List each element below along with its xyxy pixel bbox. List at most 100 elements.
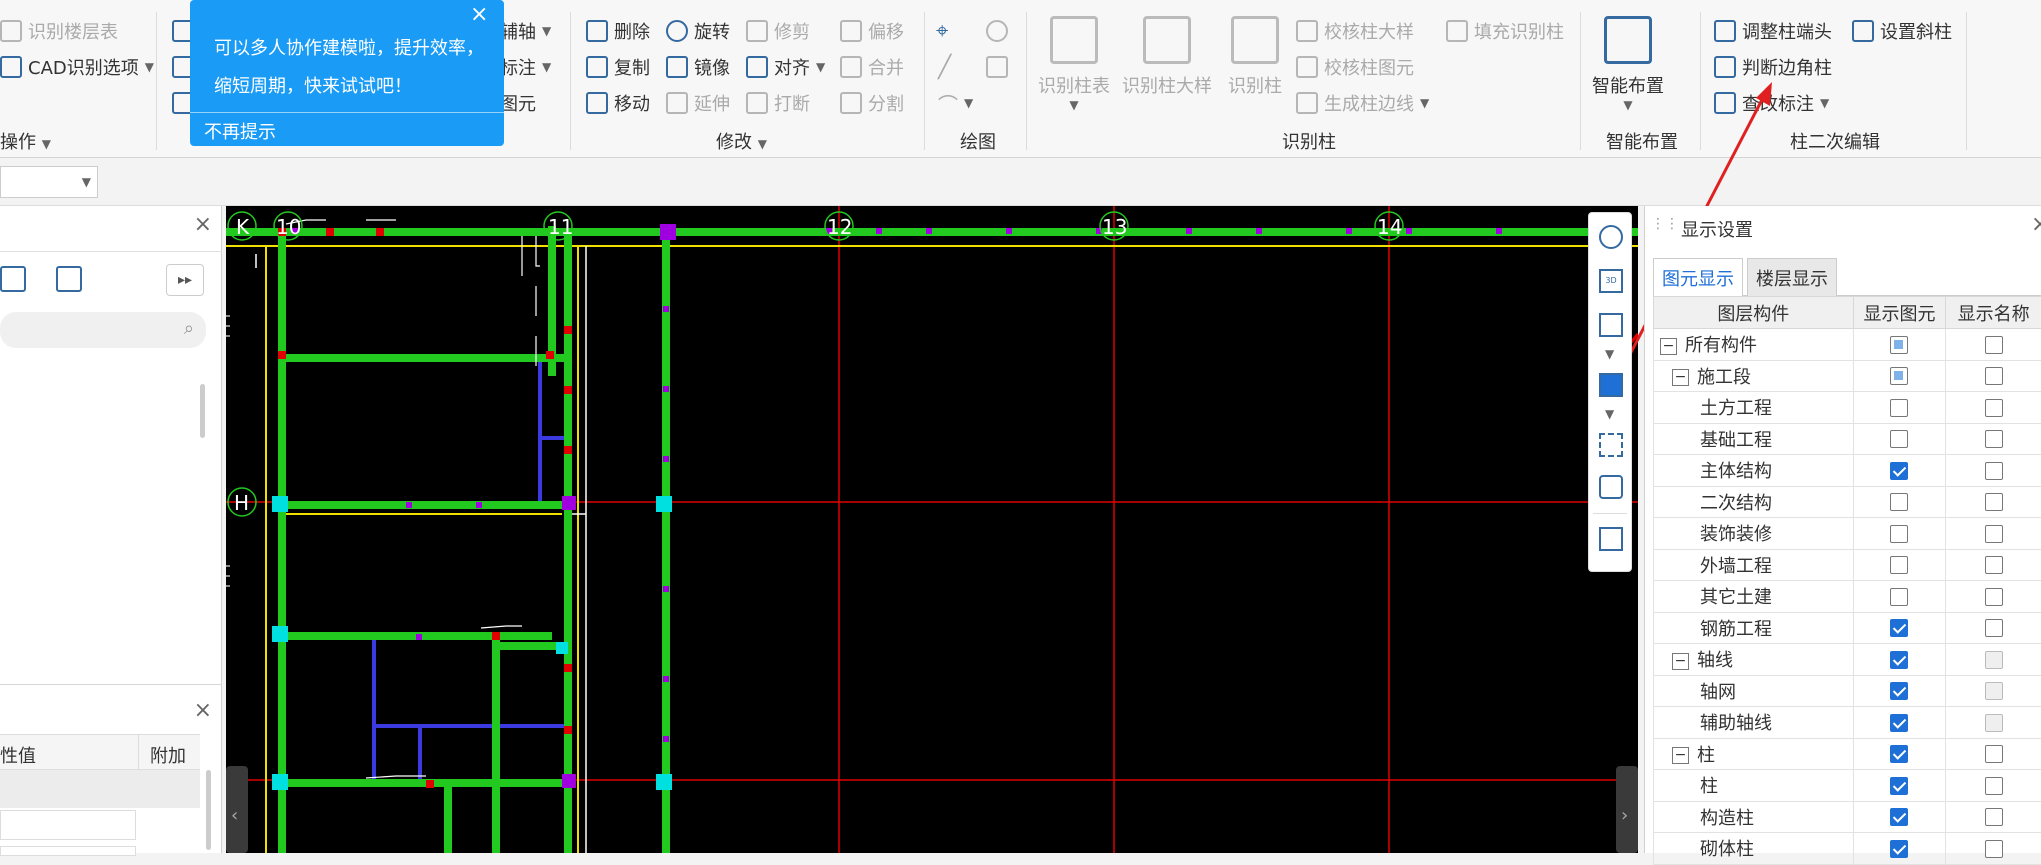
show-name-checkbox[interactable] <box>1985 651 2003 669</box>
layer-row[interactable]: 基础工程 <box>1654 423 2041 455</box>
show-name-checkbox[interactable] <box>1985 714 2003 732</box>
show-name-checkbox[interactable] <box>1985 619 2003 637</box>
show-element-checkbox[interactable] <box>1890 462 1908 480</box>
show-name-checkbox[interactable] <box>1985 745 2003 763</box>
display-settings-icon[interactable] <box>1599 527 1623 551</box>
layer-row[interactable]: 土方工程 <box>1654 392 2041 424</box>
point-button[interactable]: ⌖ <box>936 16 948 46</box>
show-name-checkbox[interactable] <box>1985 588 2003 606</box>
collapse-toggle-icon[interactable]: − <box>1672 653 1689 670</box>
show-element-checkbox[interactable] <box>1890 336 1908 354</box>
layer-row[interactable]: 钢筋工程 <box>1654 612 2041 644</box>
show-name-checkbox[interactable] <box>1985 367 2003 385</box>
drawing-canvas[interactable]: K 10 11 12 13 14 H ‹ › <box>226 206 1638 853</box>
move-button[interactable]: 移动 <box>586 88 650 118</box>
close-icon[interactable]: × <box>470 2 488 27</box>
group-label-operate[interactable]: 操作 ▼ <box>0 128 51 154</box>
layer-row[interactable]: −柱 <box>1654 738 2041 770</box>
rotate-button[interactable]: 旋转 <box>666 16 730 46</box>
show-element-checkbox[interactable] <box>1890 745 1908 763</box>
layer-row[interactable]: 主体结构 <box>1654 455 2041 487</box>
show-element-checkbox[interactable] <box>1890 619 1908 637</box>
show-name-checkbox[interactable] <box>1985 777 2003 795</box>
trim-button[interactable]: 修剪 <box>746 16 810 46</box>
extend-button[interactable]: 延伸 <box>666 88 730 118</box>
identify-column-table-button[interactable]: 识别柱表▼ <box>1038 16 1110 112</box>
show-element-checkbox[interactable] <box>1890 840 1908 858</box>
filter-icon[interactable] <box>56 266 82 292</box>
layer-row[interactable]: 其它土建 <box>1654 581 2041 613</box>
show-element-checkbox[interactable] <box>1890 493 1908 511</box>
layer-row[interactable]: 柱 <box>1654 770 2041 802</box>
close-icon[interactable]: × <box>2031 212 2041 237</box>
align-button[interactable]: 对齐▼ <box>746 52 825 82</box>
show-element-checkbox[interactable] <box>1890 525 1908 543</box>
collapse-toggle-icon[interactable]: − <box>1672 747 1689 764</box>
show-name-checkbox[interactable] <box>1985 430 2003 448</box>
property-value-input[interactable] <box>0 810 136 840</box>
check-column-element-button[interactable]: 校核柱图元 <box>1296 52 1414 82</box>
identify-floor-table-button[interactable]: 识别楼层表 <box>0 16 118 46</box>
show-name-checkbox[interactable] <box>1985 462 2003 480</box>
layer-row[interactable]: −轴线 <box>1654 644 2041 676</box>
annotate-button[interactable]: 标注▼ <box>500 52 551 82</box>
layer-row[interactable]: 构造柱 <box>1654 801 2041 833</box>
show-name-checkbox[interactable] <box>1985 682 2003 700</box>
adjust-column-end-button[interactable]: 调整柱端头 <box>1714 16 1832 46</box>
check-column-detail-button[interactable]: 校核柱大样 <box>1296 16 1414 46</box>
break-button[interactable]: 打断 <box>746 88 810 118</box>
search-input[interactable]: ⌕ <box>0 312 206 348</box>
fit-view-icon[interactable] <box>1599 433 1623 457</box>
show-element-checkbox[interactable] <box>1890 588 1908 606</box>
show-element-checkbox[interactable] <box>1890 777 1908 795</box>
show-name-checkbox[interactable] <box>1985 336 2003 354</box>
show-name-checkbox[interactable] <box>1985 399 2003 417</box>
show-element-checkbox[interactable] <box>1890 399 1908 417</box>
merge-button[interactable]: 合并 <box>840 52 904 82</box>
3d-view-icon[interactable]: 3D <box>1599 269 1623 293</box>
group-label-modify[interactable]: 修改 ▼ <box>716 128 767 154</box>
property-value-input[interactable] <box>0 846 136 856</box>
iso-view-icon[interactable] <box>1599 475 1623 499</box>
tab-floor-display[interactable]: 楼层显示 <box>1747 258 1837 296</box>
floor-plan-drawing[interactable]: K 10 11 12 13 14 H ‹ › <box>226 206 1638 853</box>
layer-row[interactable]: 轴网 <box>1654 675 2041 707</box>
layer-row[interactable]: −所有构件 <box>1654 329 2041 361</box>
layer-icon[interactable] <box>0 266 26 292</box>
close-icon[interactable]: × <box>194 212 212 237</box>
delete-button[interactable]: 删除 <box>586 16 650 46</box>
solid-cube-icon[interactable] <box>1599 373 1623 397</box>
layer-row[interactable]: 装饰装修 <box>1654 518 2041 550</box>
rect-button[interactable] <box>986 52 1008 82</box>
collapse-toggle-icon[interactable]: − <box>1672 369 1689 386</box>
fill-identify-column-button[interactable]: 填充识别柱 <box>1446 16 1564 46</box>
show-element-checkbox[interactable] <box>1890 430 1908 448</box>
show-name-checkbox[interactable] <box>1985 493 2003 511</box>
set-slant-column-button[interactable]: 设置斜柱 <box>1852 16 1952 46</box>
layer-row[interactable]: −施工段 <box>1654 360 2041 392</box>
close-icon[interactable]: × <box>194 698 212 723</box>
show-name-checkbox[interactable] <box>1985 556 2003 574</box>
expand-arrow-button[interactable]: ▸▸ <box>166 264 204 296</box>
copy-button[interactable]: 复制 <box>586 52 650 82</box>
layer-row[interactable]: 外墙工程 <box>1654 549 2041 581</box>
show-name-checkbox[interactable] <box>1985 840 2003 858</box>
show-element-checkbox[interactable] <box>1890 367 1908 385</box>
split-button[interactable]: 分割 <box>840 88 904 118</box>
aux-axis-button[interactable]: 辅轴▼ <box>500 16 551 46</box>
element-button[interactable]: 图元 <box>500 88 536 118</box>
show-element-checkbox[interactable] <box>1890 808 1908 826</box>
line-button[interactable]: ╱ <box>938 52 951 82</box>
cad-options-button[interactable]: CAD识别选项▼ <box>0 52 154 82</box>
judge-corner-column-button[interactable]: 判断边角柱 <box>1714 52 1832 82</box>
show-element-checkbox[interactable] <box>1890 651 1908 669</box>
layer-row[interactable]: 二次结构 <box>1654 486 2041 518</box>
offset-button[interactable]: 偏移 <box>840 16 904 46</box>
show-name-checkbox[interactable] <box>1985 808 2003 826</box>
arc-button[interactable]: ⌒▼ <box>938 88 973 118</box>
mirror-button[interactable]: 镜像 <box>666 52 730 82</box>
identify-column-detail-button[interactable]: 识别柱大样 <box>1122 16 1212 98</box>
cube-view-icon[interactable] <box>1599 313 1623 337</box>
chevron-down-icon[interactable]: ▼ <box>1605 347 1614 361</box>
show-element-checkbox[interactable] <box>1890 556 1908 574</box>
